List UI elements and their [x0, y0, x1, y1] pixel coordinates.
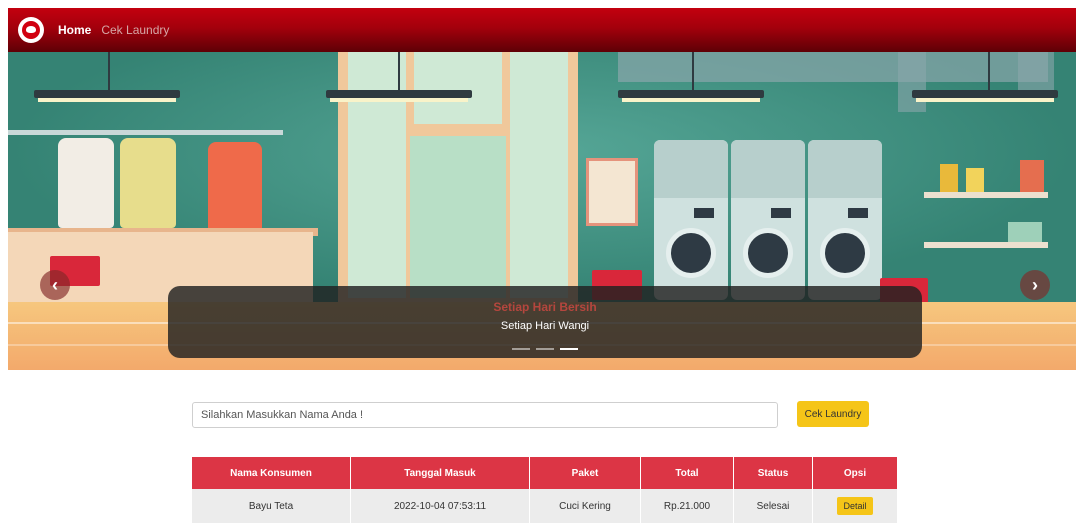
carousel-indicator-3[interactable] [560, 348, 578, 350]
cell-nama: Bayu Teta [192, 489, 351, 523]
carousel-prev-button[interactable]: ‹ [40, 270, 70, 300]
cell-paket: Cuci Kering [529, 489, 641, 523]
cell-opsi: Detail [812, 489, 898, 523]
column-header-nama: Nama Konsumen [192, 457, 351, 489]
cell-total: Rp.21.000 [640, 489, 734, 523]
column-header-total: Total [640, 457, 734, 489]
carousel-indicators [168, 348, 922, 350]
detail-button[interactable]: Detail [837, 497, 873, 515]
caption-subtitle: Setiap Hari Wangi [500, 320, 590, 332]
table-header-row: Nama Konsumen Tanggal Masuk Paket Total … [192, 457, 898, 489]
navbar: Home Cek Laundry [8, 8, 1076, 52]
caption-title: Setiap Hari Bersih [493, 300, 597, 314]
cell-status: Selesai [733, 489, 813, 523]
nav-link-cek-laundry[interactable]: Cek Laundry [101, 23, 169, 37]
cell-tanggal: 2022-10-04 07:53:11 [350, 489, 530, 523]
column-header-paket: Paket [529, 457, 641, 489]
chevron-right-icon: › [1032, 275, 1038, 295]
carousel-indicator-1[interactable] [512, 348, 530, 350]
carousel-indicator-2[interactable] [536, 348, 554, 350]
table-row: Bayu Teta 2022-10-04 07:53:11 Cuci Kerin… [192, 489, 898, 523]
cek-laundry-button[interactable]: Cek Laundry [797, 401, 869, 427]
nav-link-home[interactable]: Home [58, 23, 91, 37]
carousel-caption: Setiap Hari Bersih Setiap Hari Wangi [168, 286, 922, 358]
column-header-status: Status [733, 457, 813, 489]
brand-logo[interactable] [18, 17, 44, 43]
column-header-opsi: Opsi [812, 457, 898, 489]
column-header-tanggal: Tanggal Masuk [350, 457, 530, 489]
name-search-input[interactable] [192, 402, 778, 428]
carousel-next-button[interactable]: › [1020, 270, 1050, 300]
chevron-left-icon: ‹ [52, 275, 58, 295]
laundry-table: Nama Konsumen Tanggal Masuk Paket Total … [192, 457, 898, 523]
hero-carousel: ‹ › Setiap Hari Bersih Setiap Hari Wangi [8, 52, 1076, 370]
